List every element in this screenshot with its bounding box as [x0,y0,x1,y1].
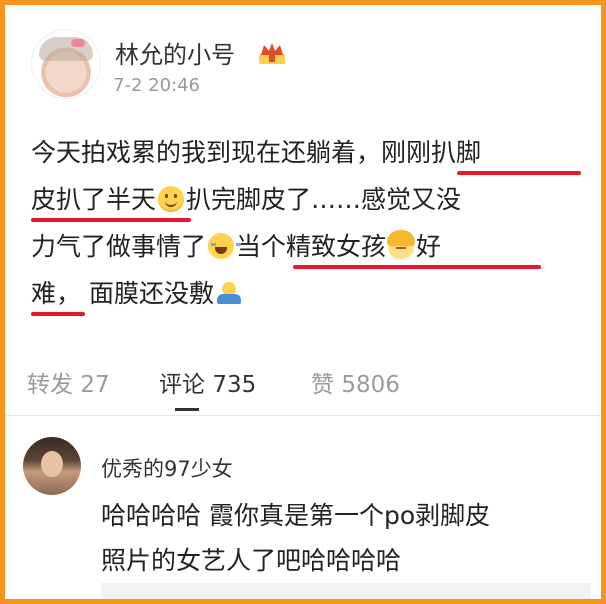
vip-crown-icon [259,43,285,64]
comment-line: 照片的女艺人了吧哈哈哈哈 [101,546,402,575]
comment-text: 哈哈哈哈 霞你真是第一个po剥脚皮 照片的女艺人了吧哈哈哈哈 [101,493,581,583]
reply-preview[interactable] [101,583,591,599]
highlight-underline [293,265,541,269]
post-username[interactable]: 林允的小号 [115,35,235,70]
avatar-hair [39,37,93,61]
avatar-bow [71,39,85,47]
comment-label: 评论 [159,372,205,398]
like-tab[interactable]: 赞 5806 [311,365,400,399]
post-text-segment: 当个精致女孩 [236,232,387,261]
commenter-username[interactable]: 优秀的97少女 [101,453,233,483]
shrug-emoji-icon [216,280,242,306]
highlight-underline [31,218,191,222]
smile-emoji-icon [158,186,185,212]
post-text-segment: 今天拍戏累的我到现在还躺着， [31,138,382,167]
comment-count: 735 [212,372,257,398]
action-bar: 转发 27 评论 735 赞 5806 [5,353,601,413]
post-line-1: 今天拍戏累的我到现在还躺着，刚刚扒脚 [31,129,481,176]
post-text-segment: 刚刚扒脚 [381,138,482,167]
post-text-segment: 难， [31,279,82,308]
post-header: 林允的小号 7-2 20:46 [5,5,601,105]
girl-emoji-icon [387,230,416,259]
post-text-segment: 面膜还没敷 [88,279,214,308]
like-count: 5806 [341,372,400,398]
highlight-underline [31,312,85,316]
post-text-segment: 好 [416,232,442,261]
weibo-screenshot: 林允的小号 7-2 20:46 今天拍戏累的我到现在还躺着，刚刚扒脚 皮扒了半天… [5,5,601,599]
repost-label: 转发 [27,372,73,398]
comment-tab[interactable]: 评论 735 [159,365,256,399]
post-line-3: 力气了做事情了 当个精致女孩好 [31,223,441,270]
comment-item: 优秀的97少女 哈哈哈哈 霞你真是第一个po剥脚皮 照片的女艺人了吧哈哈哈哈 [5,417,601,599]
active-tab-indicator [175,408,199,411]
highlight-underline [457,171,581,175]
user-avatar[interactable] [31,29,101,99]
post-line-2: 皮扒了半天 扒完脚皮了……感觉又没 [31,176,461,223]
post-text-segment: 扒完脚皮了……感觉又没 [186,185,462,214]
post-text-segment: 皮扒了半天 [31,185,157,214]
post-text-segment: 力气了做事情了 [31,232,207,261]
like-label: 赞 [311,372,334,398]
comment-line: 哈哈哈哈 霞你真是第一个po剥脚皮 [101,501,491,530]
post-line-4: 难， 面膜还没敷 [31,270,244,317]
repost-count: 27 [80,372,110,398]
commenter-avatar[interactable] [23,437,81,495]
post-timestamp: 7-2 20:46 [113,75,200,96]
section-divider [5,415,601,416]
laughing-crying-emoji-icon [208,233,242,259]
repost-tab[interactable]: 转发 27 [27,365,110,399]
